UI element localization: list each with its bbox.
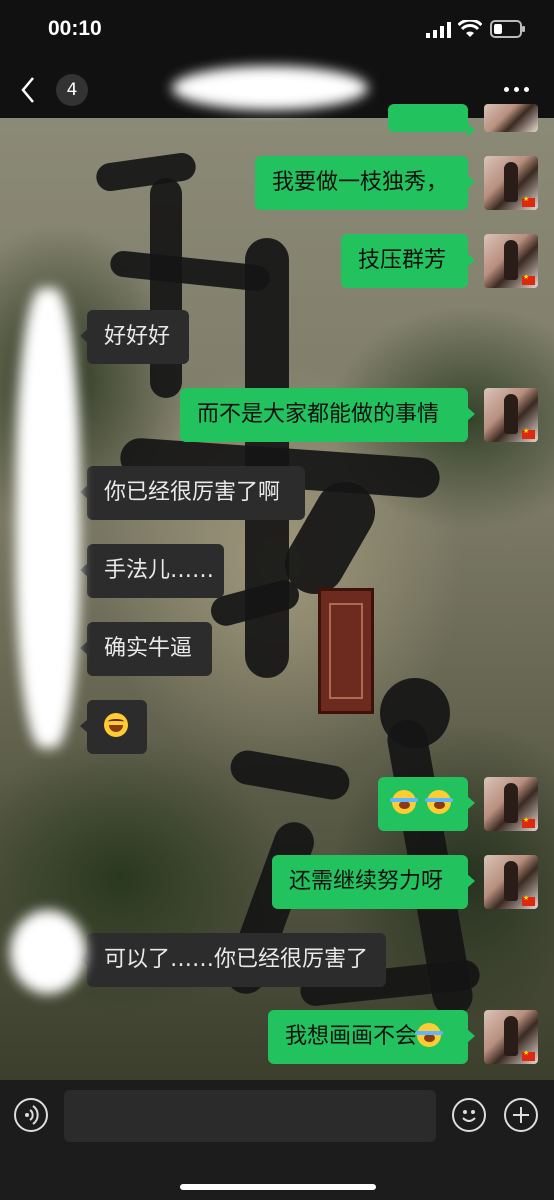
avatar[interactable] (484, 1010, 538, 1064)
message-bubble-outgoing[interactable] (388, 104, 475, 137)
avatar[interactable] (484, 234, 538, 288)
wifi-icon (458, 20, 482, 37)
input-bar (0, 1080, 554, 1200)
back-button[interactable]: 4 (14, 72, 88, 108)
avatar[interactable] (484, 777, 538, 831)
voice-wave-icon (25, 1105, 39, 1125)
unread-count-badge: 4 (56, 74, 88, 106)
status-time: 00:10 (48, 17, 102, 40)
message-bubble-incoming[interactable]: 确实牛逼 (80, 622, 212, 676)
more-dots-icon[interactable] (496, 76, 536, 102)
chat-header: 4 (0, 62, 554, 118)
voice-icon[interactable] (14, 1098, 48, 1132)
avatar[interactable] (484, 104, 538, 132)
battery-icon (490, 20, 525, 38)
message-bubble-incoming[interactable]: 手法儿…… (80, 544, 224, 598)
chevron-left-icon (21, 77, 34, 103)
redacted-contact-name (172, 66, 368, 110)
cellular-signal-icon (426, 22, 451, 38)
message-bubble-incoming[interactable]: 可以了……你已经很厉害了 (80, 933, 386, 987)
red-seal-stamp (318, 588, 374, 714)
message-bubble-incoming[interactable]: 好好好 (80, 310, 189, 364)
plus-sign-icon (513, 1107, 529, 1123)
message-bubble-outgoing[interactable]: 还需继续努力呀 (272, 855, 475, 909)
rolling-laughing-icon (390, 790, 418, 814)
redacted-avatar (10, 910, 86, 994)
message-input[interactable] (64, 1090, 436, 1142)
smiley-face-icon (462, 1110, 476, 1122)
message-text: 我想画画不会 (285, 1024, 418, 1049)
redacted-avatar (16, 288, 80, 748)
avatar[interactable] (484, 855, 538, 909)
emoji-icon[interactable] (452, 1098, 486, 1132)
status-bar: 00:10 (0, 0, 554, 62)
home-indicator[interactable] (180, 1184, 376, 1190)
message-bubble-outgoing[interactable]: 我想画画不会 (268, 1010, 475, 1064)
message-bubble-outgoing[interactable] (378, 777, 475, 831)
plus-icon[interactable] (504, 1098, 538, 1132)
grinning-face-icon (104, 713, 128, 737)
message-bubble-outgoing[interactable]: 技压群芳 (341, 234, 475, 288)
avatar[interactable] (484, 156, 538, 210)
message-bubble-outgoing[interactable]: 而不是大家都能做的事情 (180, 388, 475, 442)
message-bubble-outgoing[interactable]: 我要做一枝独秀， (255, 156, 475, 210)
message-bubble-incoming[interactable] (80, 700, 147, 754)
avatar[interactable] (484, 388, 538, 442)
message-bubble-incoming[interactable]: 你已经很厉害了啊 (80, 466, 305, 520)
rolling-laughing-icon (425, 790, 453, 814)
rolling-laughing-icon (415, 1023, 444, 1047)
